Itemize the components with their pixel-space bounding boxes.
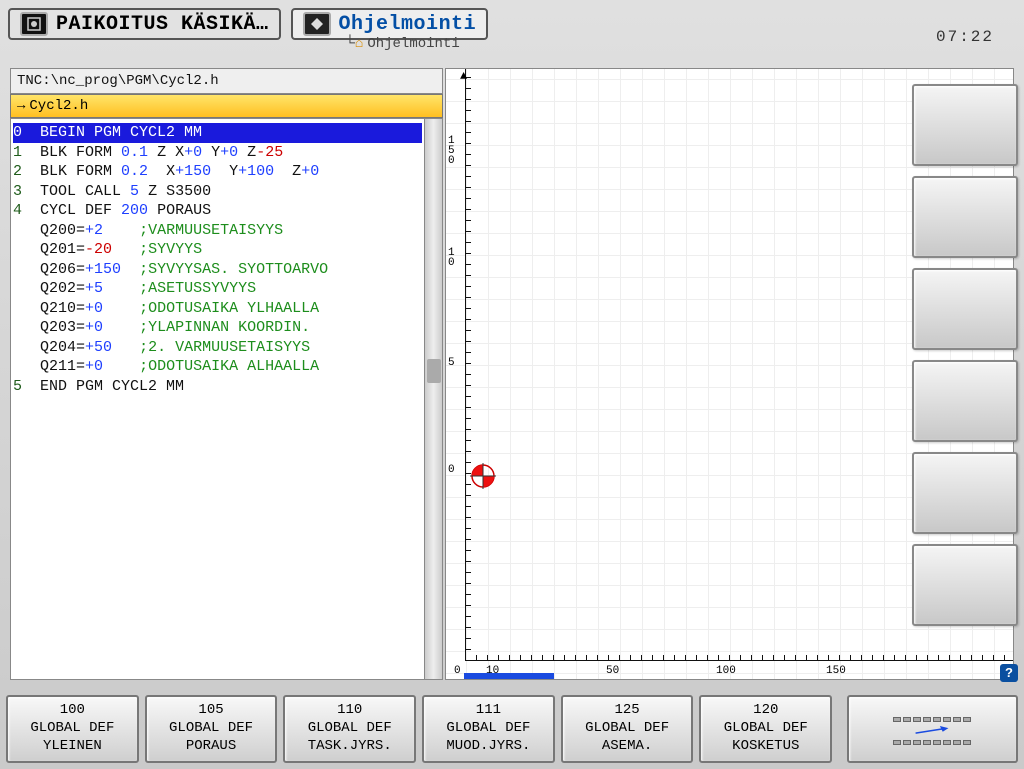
scrollbar-thumb[interactable] [427, 359, 441, 383]
softkey-v3[interactable] [912, 268, 1018, 350]
softkey-120[interactable]: 120GLOBAL DEFKOSKETUS [699, 695, 832, 763]
current-file-tab[interactable]: →Cycl2.h [10, 94, 443, 118]
softkey-125[interactable]: 125GLOBAL DEFASEMA. [561, 695, 694, 763]
page-dots-icon [893, 740, 971, 745]
vertical-softkey-bar [912, 84, 1018, 626]
origin-marker-icon [470, 463, 496, 489]
softkey-v2[interactable] [912, 176, 1018, 258]
softkey-v1[interactable] [912, 84, 1018, 166]
page-dots-icon [893, 717, 971, 722]
x-label: 50 [606, 665, 619, 677]
help-icon[interactable]: ? [1000, 664, 1018, 682]
mode-tab-positioning[interactable]: PAIKOITUS KÄSIKÄ… [8, 8, 281, 40]
nc-code-editor[interactable]: 0 BEGIN PGM CYCL2 MM 1 BLK FORM 0.1 Z X+… [11, 119, 424, 679]
x-label: 100 [716, 665, 736, 677]
clock: 07:22 [936, 28, 994, 46]
y-ticks [465, 69, 471, 661]
horizontal-softkey-bar: 100GLOBAL DEFYLEINEN 105GLOBAL DEFPORAUS… [6, 695, 1018, 763]
y-label: 5 [448, 357, 455, 369]
code-line-selected[interactable]: 0 BEGIN PGM CYCL2 MM [13, 123, 422, 143]
mode-tab-positioning-label: PAIKOITUS KÄSIKÄ… [56, 13, 269, 36]
y-label: 0 [448, 464, 455, 476]
file-path: TNC:\nc_prog\PGM\Cycl2.h [10, 68, 443, 94]
y-label: 0 [448, 257, 455, 269]
x-ticks [465, 655, 1013, 661]
softkey-v4[interactable] [912, 360, 1018, 442]
arrow-right-icon [912, 726, 952, 736]
softkey-100[interactable]: 100GLOBAL DEFYLEINEN [6, 695, 139, 763]
x-label: 150 [826, 665, 846, 677]
x-label: 0 [454, 665, 461, 677]
softkey-v6[interactable] [912, 544, 1018, 626]
y-axis-arrow-icon: ▲ [460, 69, 467, 83]
softkey-110[interactable]: 110GLOBAL DEFTASK.JYRS. [283, 695, 416, 763]
softkey-105[interactable]: 105GLOBAL DEFPORAUS [145, 695, 278, 763]
positioning-icon [20, 12, 48, 36]
horizontal-scroll-indicator[interactable] [464, 673, 554, 679]
code-scrollbar[interactable] [424, 119, 442, 679]
softkey-v5[interactable] [912, 452, 1018, 534]
programming-icon [303, 12, 331, 36]
breadcrumb: └⌂Ohjelmointi [345, 34, 460, 52]
softkey-page-next[interactable] [847, 695, 1018, 763]
y-label: 0 [448, 155, 455, 167]
mode-tab-programming-label: Ohjelmointi [339, 13, 477, 36]
softkey-111[interactable]: 111GLOBAL DEFMUOD.JYRS. [422, 695, 555, 763]
